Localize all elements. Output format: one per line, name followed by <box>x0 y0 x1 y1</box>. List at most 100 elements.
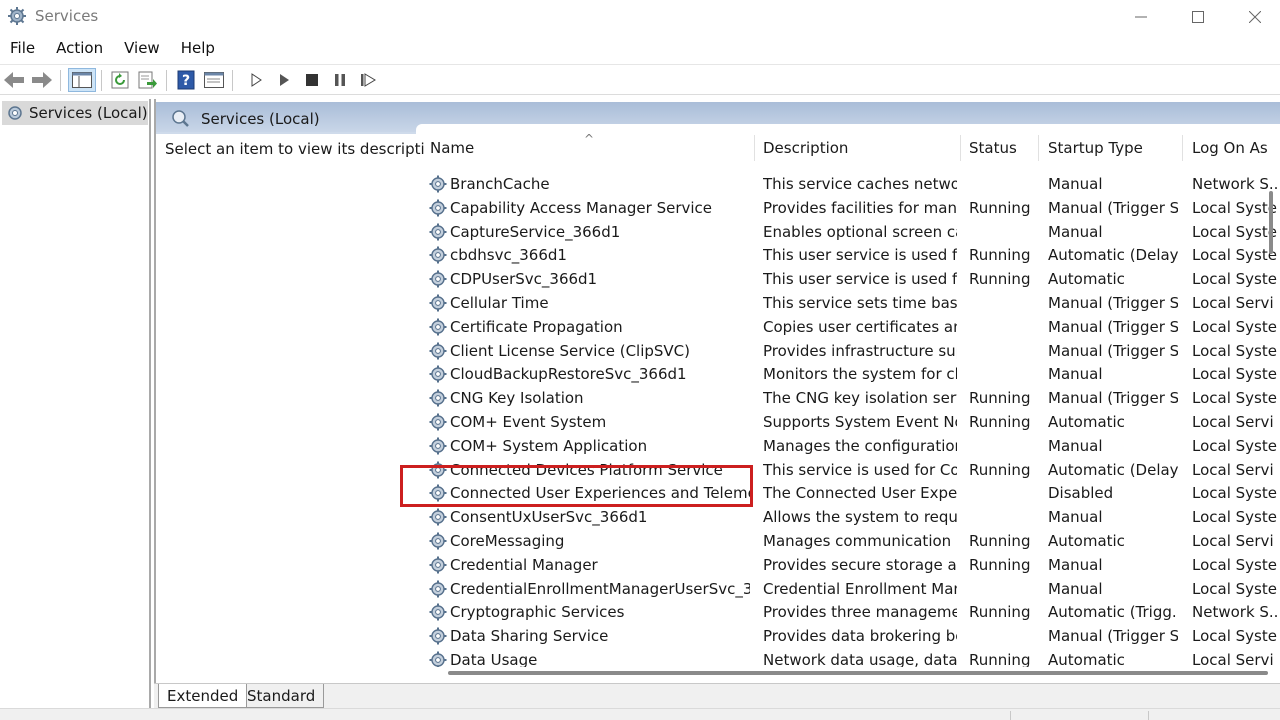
service-name: Credential Manager <box>450 555 598 574</box>
show-console-tree-button[interactable] <box>68 68 96 92</box>
service-startup-type: Manual <box>1048 436 1103 455</box>
service-name: BranchCache <box>450 175 550 193</box>
service-startup-type: Manual <box>1048 555 1103 574</box>
start-service-icon <box>251 73 262 87</box>
service-description: Provides three manageme... <box>763 603 957 622</box>
forward-button[interactable] <box>30 68 54 92</box>
show-console-tree-icon <box>72 72 92 88</box>
table-row[interactable]: CredentialEnrollmentManagerUserSvc_366d1… <box>424 577 1280 601</box>
service-name: cbdhsvc_366d1 <box>450 246 567 265</box>
start-service-button[interactable] <box>244 68 268 92</box>
service-log-on-as: Local Syste <box>1192 436 1277 455</box>
table-row[interactable]: COM+ System Application Manages the confi… <box>424 434 1280 458</box>
view-tabs: Standard Extended <box>154 683 1280 708</box>
column-header-description[interactable]: Description <box>757 132 961 164</box>
service-description: Provides infrastructure sup... <box>763 341 957 360</box>
service-startup-type: Manual <box>1048 175 1103 193</box>
table-row[interactable]: CNG Key Isolation The CNG key isolation s… <box>424 386 1280 410</box>
service-name: Cellular Time <box>450 294 549 312</box>
service-gear-icon <box>428 317 448 337</box>
service-status: Running <box>969 603 1031 622</box>
service-description: The Connected User Experi... <box>763 484 957 503</box>
vertical-scrollbar[interactable] <box>1269 191 1273 254</box>
table-row[interactable]: Data Usage Network data usage, data li...… <box>424 648 1280 667</box>
table-row[interactable]: Credential Manager Provides secure storag… <box>424 553 1280 577</box>
table-row[interactable]: Cryptographic Services Provides three man… <box>424 600 1280 624</box>
table-row[interactable]: Certificate Propagation Copies user certi… <box>424 315 1280 339</box>
service-status: Running <box>969 460 1031 479</box>
refresh-button[interactable] <box>108 68 132 92</box>
service-name: Data Usage <box>450 651 538 667</box>
tab-standard[interactable]: Standard <box>238 684 325 708</box>
table-row[interactable]: CaptureService_366d1 Enables optional scr… <box>424 220 1280 244</box>
column-header-startup-type[interactable]: Startup Type <box>1042 132 1182 164</box>
menu-action[interactable]: Action <box>56 39 103 57</box>
service-name: Connected Devices Platform Service <box>450 460 723 479</box>
pause-service-button[interactable] <box>328 68 352 92</box>
table-row[interactable]: BranchCache This service caches networ...… <box>424 172 1280 196</box>
horizontal-scrollbar[interactable] <box>448 671 1268 675</box>
restart-service-button[interactable] <box>356 68 380 92</box>
service-name: CaptureService_366d1 <box>450 222 621 241</box>
service-startup-type: Disabled <box>1048 484 1114 503</box>
service-status: Running <box>969 555 1031 574</box>
service-description: Provides data brokering be... <box>763 627 957 646</box>
service-description: Provides facilities for mana... <box>763 198 957 217</box>
table-row[interactable]: CoreMessaging Manages communication ... Ru… <box>424 529 1280 553</box>
toolbar: ? <box>0 64 1280 95</box>
service-gear-icon <box>428 388 448 408</box>
table-row[interactable]: cbdhsvc_366d1 This user service is used f… <box>424 243 1280 267</box>
services-gear-icon <box>8 7 26 25</box>
services-gear-icon <box>8 106 22 120</box>
service-log-on-as: Local Syste <box>1192 365 1277 384</box>
service-status: Running <box>969 389 1031 408</box>
menu-view[interactable]: View <box>124 39 160 57</box>
menu-file[interactable]: File <box>10 39 35 57</box>
tab-extended[interactable]: Extended <box>158 684 248 708</box>
service-log-on-as: Network S... <box>1192 175 1280 193</box>
service-gear-icon <box>428 579 448 599</box>
service-gear-icon <box>428 602 448 622</box>
table-row[interactable]: Connected Devices Platform Service This s… <box>424 458 1280 482</box>
table-row[interactable]: ConsentUxUserSvc_366d1 Allows the system … <box>424 505 1280 529</box>
minimize-icon <box>1135 16 1147 18</box>
help-icon: ? <box>177 70 195 90</box>
service-description: This service sets time based... <box>763 294 957 312</box>
service-startup-type: Automatic (Delay... <box>1048 246 1178 265</box>
back-arrow-icon <box>4 72 24 88</box>
table-row[interactable]: Client License Service (ClipSVC) Provides… <box>424 339 1280 363</box>
table-row[interactable]: CloudBackupRestoreSvc_366d1 Monitors the … <box>424 362 1280 386</box>
service-status: Running <box>969 413 1031 431</box>
export-list-icon <box>138 71 157 89</box>
service-log-on-as: Local Syste <box>1192 508 1277 527</box>
resume-service-button[interactable] <box>272 68 296 92</box>
table-row[interactable]: Cellular Time This service sets time base… <box>424 291 1280 315</box>
export-list-button[interactable] <box>136 68 160 92</box>
service-description: Network data usage, data li... <box>763 651 957 667</box>
help-button[interactable]: ? <box>174 68 198 92</box>
table-row[interactable]: CDPUserSvc_366d1 This user service is use… <box>424 267 1280 291</box>
back-button[interactable] <box>2 68 26 92</box>
minimize-button[interactable] <box>1112 0 1170 34</box>
table-row[interactable]: COM+ Event System Supports System Event N… <box>424 410 1280 434</box>
column-header-status[interactable]: Status <box>963 132 1039 164</box>
service-name: ConsentUxUserSvc_366d1 <box>450 508 648 527</box>
close-button[interactable] <box>1226 0 1280 34</box>
service-log-on-as: Local Syste <box>1192 317 1277 336</box>
table-row[interactable]: Data Sharing Service Provides data broker… <box>424 624 1280 648</box>
column-header-log-on-as[interactable]: Log On As <box>1186 132 1280 164</box>
service-gear-icon <box>428 364 448 384</box>
column-header-name[interactable]: Name <box>424 132 754 164</box>
table-row[interactable]: Connected User Experiences and Telemetry… <box>424 481 1280 505</box>
service-gear-icon <box>428 412 448 432</box>
properties-button[interactable] <box>202 68 226 92</box>
maximize-button[interactable] <box>1169 0 1227 34</box>
service-log-on-as: Local Servi <box>1192 413 1274 431</box>
menu-help[interactable]: Help <box>181 39 215 57</box>
table-row[interactable]: Capability Access Manager Service Provide… <box>424 196 1280 220</box>
service-name: Connected User Experiences and Telemetry <box>450 484 750 503</box>
tree-item-services-local[interactable]: Services (Local) <box>2 101 148 125</box>
service-gear-icon <box>428 555 448 575</box>
stop-service-button[interactable] <box>300 68 324 92</box>
service-description: The CNG key isolation servi... <box>763 389 957 408</box>
